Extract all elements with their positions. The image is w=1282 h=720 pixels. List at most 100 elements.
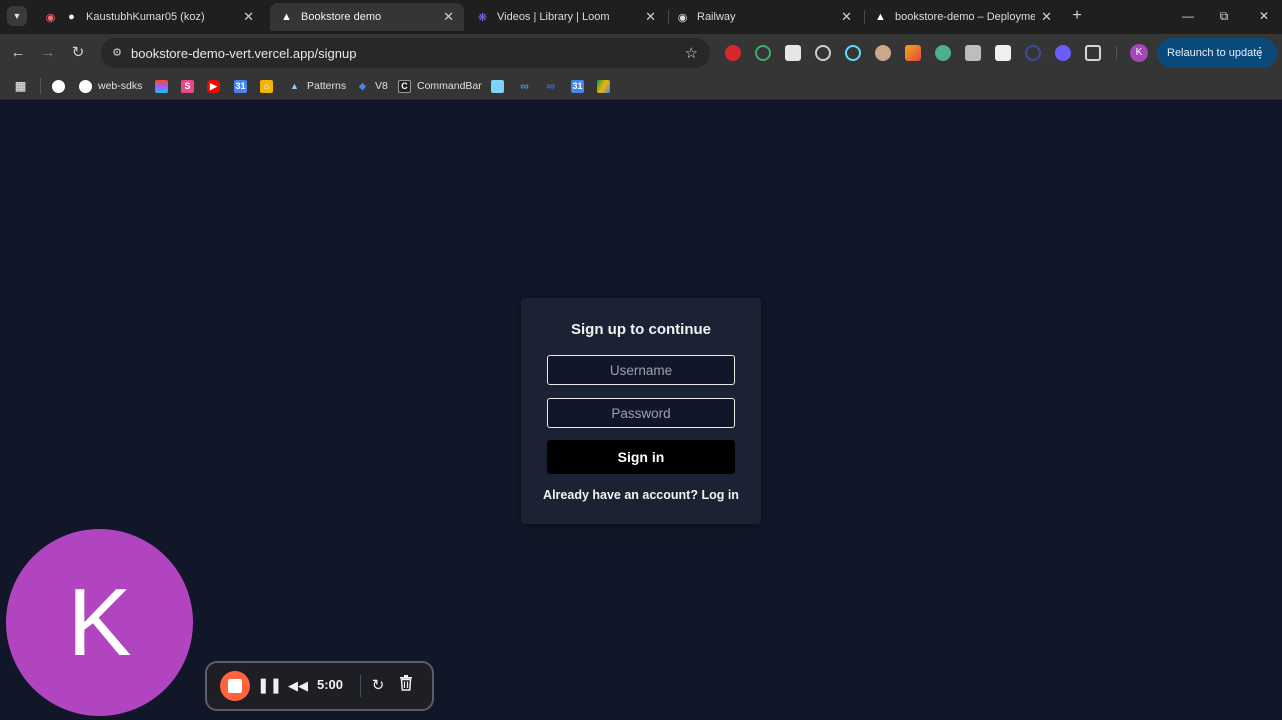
extension-android-icon[interactable] [935,45,951,61]
bookmark-github[interactable] [52,77,71,95]
extensions-puzzle-icon[interactable] [1085,45,1101,61]
tab-title: Railway [697,11,736,23]
loop-icon: ∞ [546,79,555,93]
relaunch-label: Relaunch to update [1167,47,1263,59]
restore-icon[interactable]: ⧉ [1214,7,1234,25]
extension-pencil-icon[interactable] [905,45,921,61]
restart-icon[interactable]: ↻ [367,675,389,697]
youtube-icon: ▶ [207,79,220,93]
extension-search-icon[interactable] [755,45,771,61]
more-menu-icon[interactable]: ⋮ [1253,45,1267,59]
extension-red-icon[interactable] [725,45,741,61]
bookmarks-divider [40,78,41,94]
bookmark-label: V8 [375,80,388,92]
bookmark-calendar-2[interactable]: 31 [571,77,590,95]
home-icon: ⌂ [260,79,273,93]
record-icon: ◉ [45,11,56,24]
patterns-icon: ▲ [290,81,299,91]
bookmark-figma[interactable] [155,77,174,95]
s-app-icon: S [181,79,194,93]
github-icon [79,79,92,93]
bookmark-patterns[interactable]: ▲ Patterns [288,77,346,95]
address-bar[interactable]: ⚙ bookstore-demo-vert.vercel.app/signup … [101,38,710,68]
extension-circle-icon[interactable] [815,45,831,61]
site-settings-icon[interactable]: ⚙ [110,46,124,60]
tab-github[interactable]: ◉ ● KaustubhKumar05 (koz) ✕ [34,3,264,31]
bookmarks-bar: ▦ web-sdks S ▶ 31 ⌂ ▲ Patterns ◆ V8 C Co… [0,72,1282,100]
apps-grid-icon[interactable]: ▦ [14,77,33,95]
extension-tag-icon[interactable] [995,45,1011,61]
username-input[interactable] [547,355,735,385]
login-prompt: Already have an account? Log in [521,488,761,502]
signup-card: Sign up to continue Sign in Already have… [521,298,761,524]
forward-arrow-icon[interactable]: → [38,43,58,63]
tab-bookstore-deployment[interactable]: ▲ bookstore-demo – Deployment ✕ [864,3,1062,31]
commandbar-icon: C [398,79,411,93]
tab-search-chevron-icon[interactable]: ▼ [7,6,27,26]
extension-camera-icon[interactable] [965,45,981,61]
bookmark-label: Patterns [307,80,347,92]
vercel-icon: ▲ [875,11,886,23]
recording-controls: ❚❚ ◀◀ 5:00 ↻ [205,661,434,711]
toolbar-divider [1116,46,1117,60]
pause-icon[interactable]: ❚❚ [257,675,282,697]
bookmark-infinity[interactable]: ∞ [518,77,537,95]
tab-railway[interactable]: ◉ Railway ✕ [666,3,862,31]
extension-face-icon[interactable] [875,45,891,61]
bookmark-commandbar[interactable]: C CommandBar [398,77,482,95]
bookmark-youtube[interactable]: ▶ [207,77,226,95]
stop-recording-button[interactable] [220,671,250,701]
new-tab-plus-icon[interactable]: + [1068,7,1086,25]
camera-bubble-avatar[interactable]: K [6,529,193,716]
bookmark-calendar[interactable]: 31 [234,77,253,95]
back-arrow-icon[interactable]: ← [8,43,28,63]
bookmark-web-sdks[interactable]: web-sdks [79,77,142,95]
react-devtools-icon[interactable] [845,45,861,61]
bookmark-v8[interactable]: ◆ V8 [356,77,388,95]
close-icon[interactable]: ✕ [1041,9,1052,25]
close-icon[interactable]: ✕ [243,9,254,25]
rewind-icon[interactable]: ◀◀ [287,675,309,697]
bookmark-clipboard[interactable] [491,77,510,95]
clipboard-icon [491,79,504,93]
signup-heading: Sign up to continue [571,321,711,338]
extension-loom-icon[interactable] [1055,45,1071,61]
figma-icon [155,79,168,93]
profile-avatar[interactable]: K [1130,44,1148,62]
minimize-icon[interactable]: — [1178,7,1198,25]
login-link[interactable]: Log in [701,488,739,502]
password-input[interactable] [547,398,735,428]
bookmark-loop[interactable]: ∞ [544,77,563,95]
github-icon [52,79,65,93]
tab-strip: ▼ ◉ ● KaustubhKumar05 (koz) ✕ ▲ Bookstor… [0,0,1282,34]
bookmark-s-app[interactable]: S [181,77,200,95]
close-icon[interactable]: ✕ [841,9,852,25]
bookmark-label: CommandBar [417,80,482,92]
reload-icon[interactable]: ↻ [68,43,88,63]
calendar-icon: 31 [234,79,247,93]
vercel-icon: ▲ [281,11,292,23]
browser-chrome: ▼ ◉ ● KaustubhKumar05 (koz) ✕ ▲ Bookstor… [0,0,1282,100]
close-icon[interactable]: ✕ [443,9,454,25]
extension-square-icon[interactable] [785,45,801,61]
url-text[interactable]: bookstore-demo-vert.vercel.app/signup [131,46,356,61]
bookmark-star-icon[interactable]: ☆ [685,44,698,62]
relaunch-to-update-button[interactable]: Relaunch to update ⋮ [1157,38,1277,68]
loom-icon: ❋ [477,11,488,24]
github-icon: ● [68,11,75,23]
extension-dark-circle-icon[interactable] [1025,45,1041,61]
recording-timer: 5:00 [317,677,344,692]
tab-loom[interactable]: ❋ Videos | Library | Loom ✕ [466,3,666,31]
close-icon[interactable]: ✕ [645,9,656,25]
tab-bookstore-demo[interactable]: ▲ Bookstore demo ✕ [270,3,464,31]
tab-title: Bookstore demo [301,11,382,23]
window-close-icon[interactable]: ✕ [1254,7,1274,25]
bookmark-drive[interactable] [597,77,616,95]
bookmark-home[interactable]: ⌂ [260,77,279,95]
login-prompt-text: Already have an account? [543,488,698,502]
sign-in-button[interactable]: Sign in [547,440,735,474]
trash-icon[interactable] [395,675,417,697]
recorder-divider [360,675,361,697]
tab-title: KaustubhKumar05 (koz) [86,11,205,23]
drive-icon [597,79,610,93]
